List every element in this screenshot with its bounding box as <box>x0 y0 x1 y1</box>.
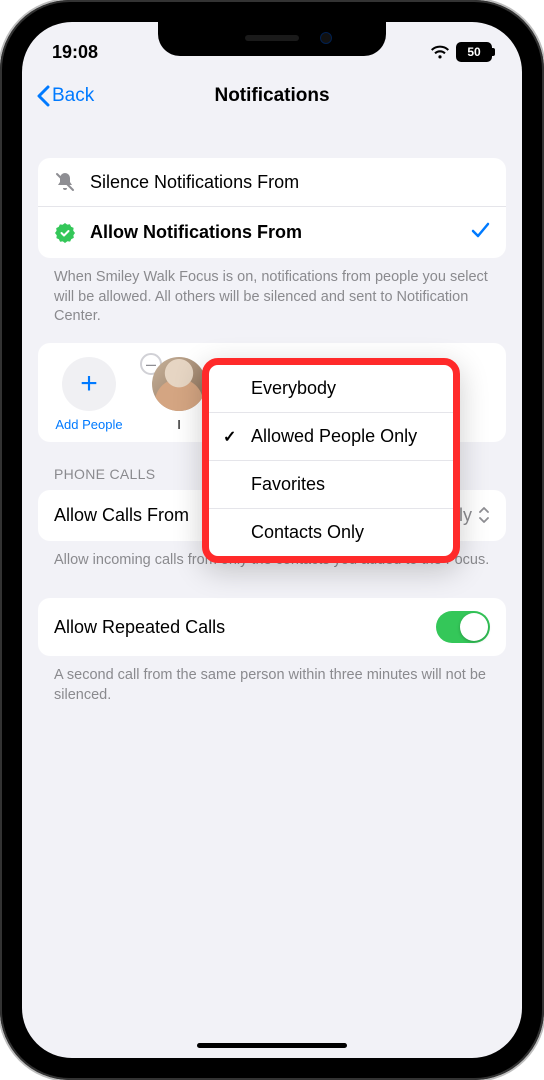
allow-label: Allow Notifications From <box>90 222 456 243</box>
back-label: Back <box>52 85 94 107</box>
notification-mode-list: Silence Notifications From Allow Notific… <box>38 158 506 258</box>
repeated-explanation: A second call from the same person withi… <box>38 656 506 705</box>
menu-contacts-only[interactable]: Contacts Only <box>209 508 453 556</box>
menu-favorites[interactable]: Favorites <box>209 460 453 508</box>
repeated-calls-row: Allow Repeated Calls <box>38 598 506 656</box>
speaker-grille <box>245 35 299 41</box>
silence-label: Silence Notifications From <box>90 172 490 193</box>
mode-explanation: When Smiley Walk Focus is on, notificati… <box>38 258 506 327</box>
back-button[interactable]: Back <box>36 85 94 107</box>
page-title: Notifications <box>214 85 329 107</box>
nav-bar: Back Notifications <box>22 72 522 120</box>
person-name: I <box>177 417 181 432</box>
home-indicator[interactable] <box>197 1043 347 1048</box>
bell-slash-icon <box>54 171 76 193</box>
calls-from-menu: Everybody ✓ Allowed People Only Favorite… <box>202 358 460 563</box>
repeated-toggle[interactable] <box>436 611 490 643</box>
checkmark-icon <box>470 220 490 245</box>
wifi-icon <box>430 45 450 60</box>
checkmark-seal-icon <box>54 222 76 244</box>
battery-icon: 50 <box>456 42 492 62</box>
allow-calls-label: Allow Calls From <box>54 505 189 526</box>
menu-allowed-people[interactable]: ✓ Allowed People Only <box>209 412 453 460</box>
repeated-label: Allow Repeated Calls <box>54 617 225 638</box>
avatar-icon <box>152 357 206 411</box>
front-camera <box>320 32 332 44</box>
menu-everybody[interactable]: Everybody <box>209 365 453 412</box>
add-people-button[interactable]: + Add People <box>54 357 124 432</box>
plus-circle-icon: + <box>62 357 116 411</box>
silence-row[interactable]: Silence Notifications From <box>38 158 506 206</box>
up-down-chevron-icon <box>478 506 490 524</box>
checkmark-icon: ✓ <box>223 427 236 447</box>
allow-row[interactable]: Allow Notifications From <box>38 206 506 258</box>
notch <box>158 22 386 56</box>
add-people-label: Add People <box>55 417 122 432</box>
phone-mockup: 19:08 50 Back Notifications S <box>0 0 544 1080</box>
clock: 19:08 <box>52 42 98 63</box>
